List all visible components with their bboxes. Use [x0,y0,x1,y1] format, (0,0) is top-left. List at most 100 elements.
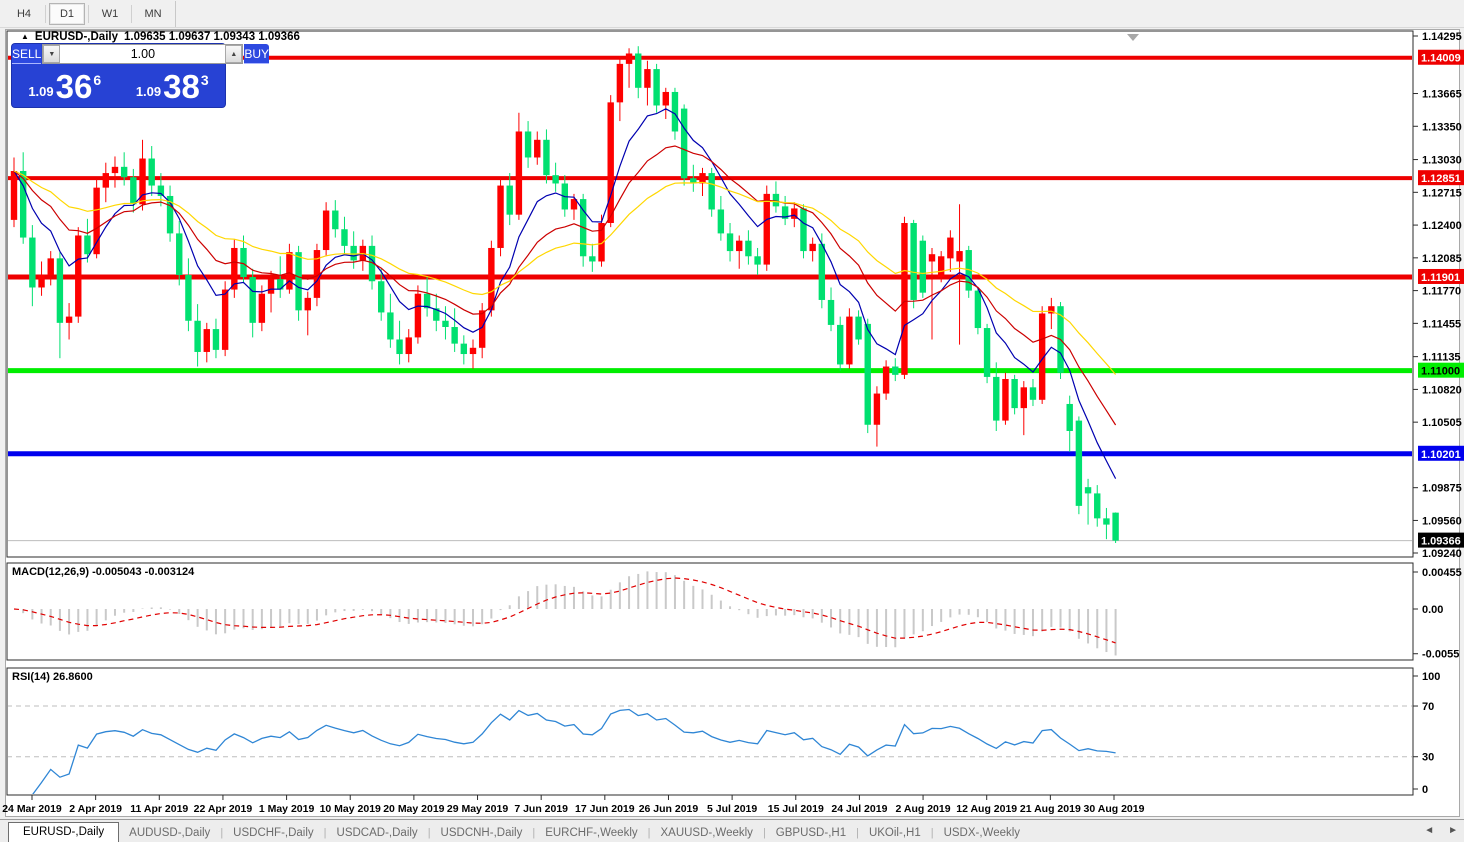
date-axis-label: 15 Jul 2019 [768,803,824,815]
candle-body [240,248,246,277]
candle-body [341,229,347,246]
candle-body [910,223,916,300]
tab-eurchf-weekly[interactable]: EURCHF-,Weekly [535,824,647,842]
macd-axis-label: 0.00455 [1422,567,1462,579]
volume-input[interactable] [60,45,225,63]
candle-body [48,258,54,275]
date-axis-label: 17 Jun 2019 [575,803,635,815]
tab-audusd-daily[interactable]: AUDUSD-,Daily [119,824,220,842]
price-axis-label: 1.11770 [1422,286,1461,298]
tab-usdcad-daily[interactable]: USDCAD-,Daily [327,824,428,842]
candle-body [846,317,852,365]
price-axis-label: 1.10505 [1422,417,1462,429]
tab-usdcnh-daily[interactable]: USDCNH-,Daily [431,824,533,842]
candle-body [892,367,898,375]
candle-body [800,208,806,251]
date-axis-label: 22 Apr 2019 [194,803,253,815]
one-click-trade-panel: SELL ▼ ▲ BUY 1.09366 1.09383 [12,44,225,107]
candle-body [1002,379,1008,421]
date-axis-label: 11 Apr 2019 [130,803,188,815]
candle-body [543,140,549,175]
rsi-label: RSI(14) 26.8600 [12,671,93,683]
macd-label: MACD(12,26,9) -0.005043 -0.003124 [12,566,194,578]
price-axis-label: 1.11135 [1422,352,1461,364]
buy-price-base: 1.09 [136,84,161,99]
sell-button[interactable]: SELL [12,44,41,64]
candle-body [681,109,687,179]
candle-body [938,256,944,277]
sell-price-button[interactable]: 1.09366 [12,64,118,106]
price-axis-label: 1.09875 [1422,483,1462,495]
candle-body [883,367,889,394]
tab-gbpusd-h1[interactable]: GBPUSD-,H1 [766,824,856,842]
tab-eurusd-daily[interactable]: EURUSD-,Daily [8,822,119,842]
candle-body [608,102,614,223]
candle-body [525,131,531,157]
candle-body [984,328,990,377]
date-axis-label: 2 Aug 2019 [896,803,951,815]
tab-usdx-weekly[interactable]: USDX-,Weekly [934,824,1030,842]
volume-decrease-icon[interactable]: ▼ [43,45,60,63]
candle-body [993,377,999,421]
candle-body [626,53,632,63]
candle-body [249,277,255,323]
candle-body [396,339,402,354]
rsi-axis-label: 70 [1422,701,1434,713]
candle-body [332,211,338,230]
date-axis-label: 7 Jun 2019 [514,803,568,815]
price-axis-label: 1.11455 [1422,318,1461,330]
candle-body [158,186,164,196]
tab-xauusd-weekly[interactable]: XAUUSD-,Weekly [650,824,762,842]
candle-body [268,279,274,294]
candle-body [920,241,926,293]
candle-body [1112,513,1118,541]
buy-button[interactable]: BUY [244,44,269,64]
candle-body [764,194,770,265]
candle-body [103,173,109,188]
candle-body [754,256,760,264]
chart-ohlc-values: 1.09635 1.09637 1.09343 1.09366 [124,31,300,43]
level-price-tag: 1.11000 [1421,366,1460,378]
date-axis-label: 2 Apr 2019 [69,803,122,815]
candle-body [1021,387,1027,408]
tab-usdchf-daily[interactable]: USDCHF-,Daily [223,824,324,842]
candle-body [837,325,843,365]
candle-body [956,251,962,261]
sell-price-sup: 6 [93,72,101,88]
candle-body [1085,487,1091,493]
candle-body [1103,518,1109,524]
buy-price-button[interactable]: 1.09383 [120,64,226,106]
candle-body [305,298,311,310]
candle-body [745,241,751,257]
candle-body [323,211,329,251]
candle-body [75,235,81,316]
candle-body [1094,493,1100,518]
candle-body [819,244,825,300]
candle-body [653,69,659,105]
date-axis-label: 12 Aug 2019 [956,803,1017,815]
chart-symbol-label: EURUSD-,Daily [35,31,118,43]
candle-body [415,294,421,338]
tab-scroll-right-icon[interactable]: ► [1448,825,1458,836]
date-axis-label: 26 Jun 2019 [639,803,699,815]
tab-ukoil-h1[interactable]: UKOil-,H1 [859,824,931,842]
date-axis-label: 21 Aug 2019 [1020,803,1081,815]
tab-scroll-left-icon[interactable]: ◄ [1424,825,1434,836]
date-axis-label: 5 Jul 2019 [707,803,757,815]
candle-body [552,175,558,183]
tab-scroll-controls: ◄ ► [1424,825,1458,836]
price-axis-label: 1.09560 [1422,515,1462,527]
level-price-tag: 1.11901 [1421,272,1460,284]
volume-increase-icon[interactable]: ▲ [225,45,242,63]
macd-axis-label: -0.0055 [1422,649,1459,661]
candle-body [461,344,467,354]
symbol-tab-bar: ◄ ► EURUSD-,DailyAUDUSD-,Daily|USDCHF-,D… [0,819,1464,842]
candle-body [442,321,448,327]
candle-body [663,92,669,106]
candle-body [57,258,63,322]
pane-border [7,31,1413,557]
collapse-panel-icon[interactable]: ▲ [21,32,29,41]
candle-body [828,300,834,325]
price-axis-label: 1.13665 [1422,89,1462,101]
candle-body [378,281,384,312]
